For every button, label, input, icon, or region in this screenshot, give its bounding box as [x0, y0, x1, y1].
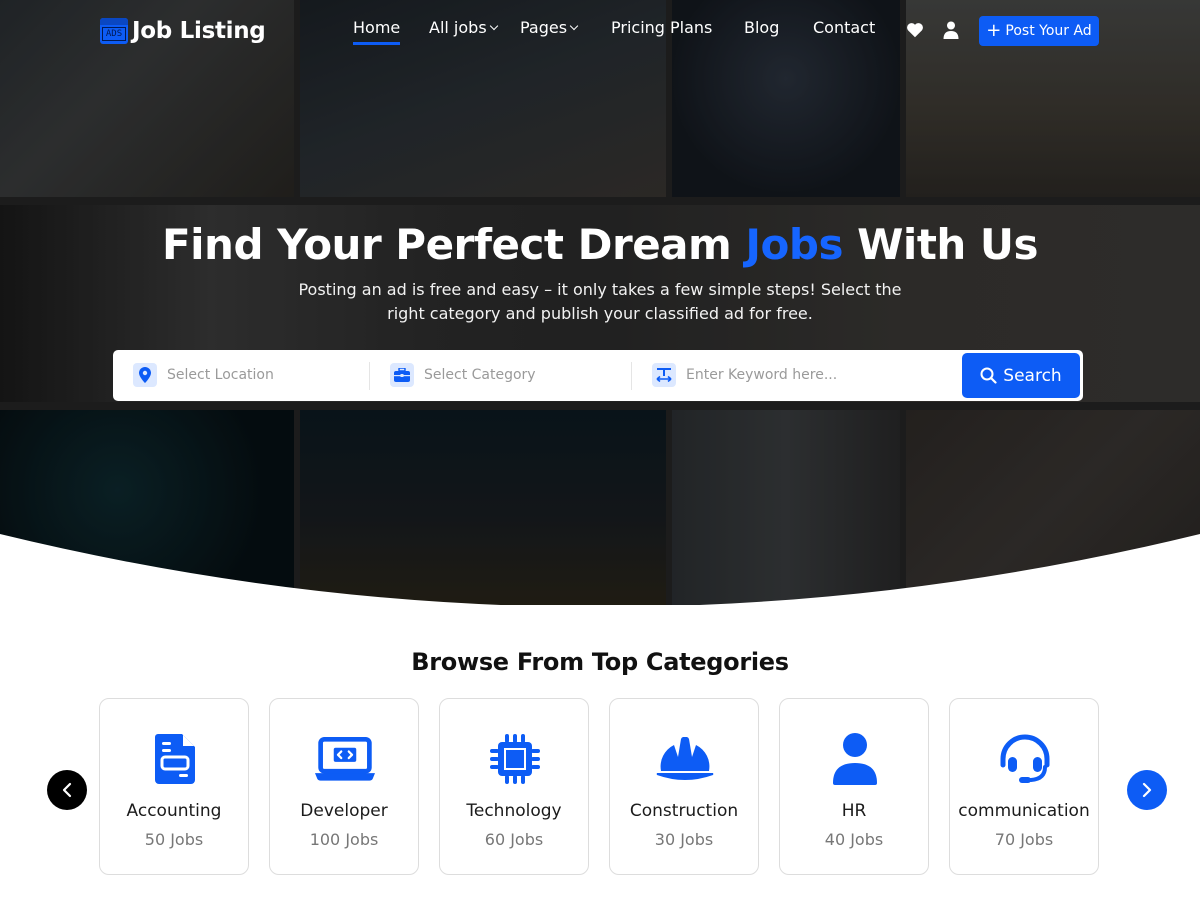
nav-contact[interactable]: Contact — [813, 18, 875, 37]
search-divider — [369, 362, 370, 390]
logo-badge-icon: ADS — [100, 18, 128, 44]
nav-pricing-plans-label: Pricing Plans — [611, 18, 713, 37]
nav-contact-label: Contact — [813, 18, 876, 37]
heart-icon[interactable] — [906, 22, 924, 38]
post-your-ad-button[interactable]: + Post Your Ad — [979, 16, 1099, 46]
logo-badge-text: ADS — [102, 27, 126, 41]
headline-accent: Jobs — [745, 220, 843, 269]
chevron-right-icon — [1142, 782, 1152, 798]
laptop-code-icon — [315, 731, 375, 787]
carousel-prev-button[interactable] — [47, 770, 87, 810]
category-card-accounting[interactable]: Accounting 50 Jobs — [99, 698, 249, 875]
category-name: HR — [841, 801, 867, 821]
nav-all-jobs[interactable]: All jobs — [429, 18, 498, 37]
carousel-next-button[interactable] — [1127, 770, 1167, 810]
category-name: Construction — [629, 801, 739, 821]
category-name: communication — [958, 801, 1090, 821]
category-card-developer[interactable]: Developer 100 Jobs — [269, 698, 419, 875]
map-pin-icon — [133, 363, 157, 387]
nav-blog[interactable]: Blog — [744, 18, 779, 37]
plus-icon: + — [986, 20, 1002, 41]
category-card-construction[interactable]: Construction 30 Jobs — [609, 698, 759, 875]
chip-icon — [485, 731, 545, 787]
text-icon — [652, 363, 676, 387]
headline-part-1: Find Your Perfect Dream — [161, 220, 746, 269]
person-icon — [825, 731, 885, 787]
hero-headline: Find Your Perfect Dream Jobs With Us — [0, 220, 1200, 269]
categories-title: Browse From Top Categories — [411, 648, 789, 676]
hero-subline: Posting an ad is free and easy – it only… — [298, 280, 902, 323]
search-divider — [631, 362, 632, 390]
category-input[interactable] — [424, 367, 604, 383]
category-card-technology[interactable]: Technology 60 Jobs — [439, 698, 589, 875]
nav-home[interactable]: Home — [353, 18, 401, 45]
chevron-down-icon — [489, 21, 498, 30]
logo-text: Job Listing — [132, 18, 266, 44]
nav-pages[interactable]: Pages — [520, 18, 579, 37]
document-icon — [145, 731, 205, 787]
category-count: 30 Jobs — [654, 830, 714, 849]
keyword-field[interactable] — [652, 363, 866, 387]
category-count: 100 Jobs — [309, 830, 379, 849]
nav-home-label: Home — [353, 18, 401, 37]
nav-pricing-plans[interactable]: Pricing Plans — [611, 18, 712, 37]
category-card-communication[interactable]: communication 70 Jobs — [949, 698, 1099, 875]
search-icon — [980, 367, 997, 384]
category-count: 70 Jobs — [994, 830, 1054, 849]
category-count: 40 Jobs — [824, 830, 884, 849]
nav-blog-label: Blog — [744, 18, 780, 37]
site-logo[interactable]: ADS Job Listing — [100, 18, 266, 44]
hard-hat-icon — [655, 731, 715, 787]
category-field[interactable] — [390, 363, 604, 387]
chevron-down-icon — [569, 21, 579, 30]
headset-icon — [995, 731, 1055, 787]
post-your-ad-label: Post Your Ad — [1005, 23, 1092, 39]
headline-part-2: With Us — [842, 220, 1039, 269]
category-name: Developer — [300, 801, 388, 821]
category-card-hr[interactable]: HR 40 Jobs — [779, 698, 929, 875]
category-name: Technology — [466, 801, 562, 821]
search-button-label: Search — [1003, 365, 1062, 386]
chevron-left-icon — [62, 782, 72, 798]
hero-curve-divider — [0, 534, 1200, 620]
user-icon[interactable] — [943, 21, 959, 39]
nav-all-jobs-label: All jobs — [429, 18, 487, 37]
category-count: 60 Jobs — [484, 830, 544, 849]
location-field[interactable] — [133, 363, 347, 387]
location-input[interactable] — [167, 367, 347, 383]
job-search-bar: Search — [113, 350, 1083, 401]
briefcase-icon — [390, 363, 414, 387]
keyword-input[interactable] — [686, 367, 866, 383]
category-count: 50 Jobs — [144, 830, 204, 849]
category-name: Accounting — [126, 801, 222, 821]
search-button[interactable]: Search — [962, 353, 1080, 398]
nav-pages-label: Pages — [520, 18, 568, 37]
